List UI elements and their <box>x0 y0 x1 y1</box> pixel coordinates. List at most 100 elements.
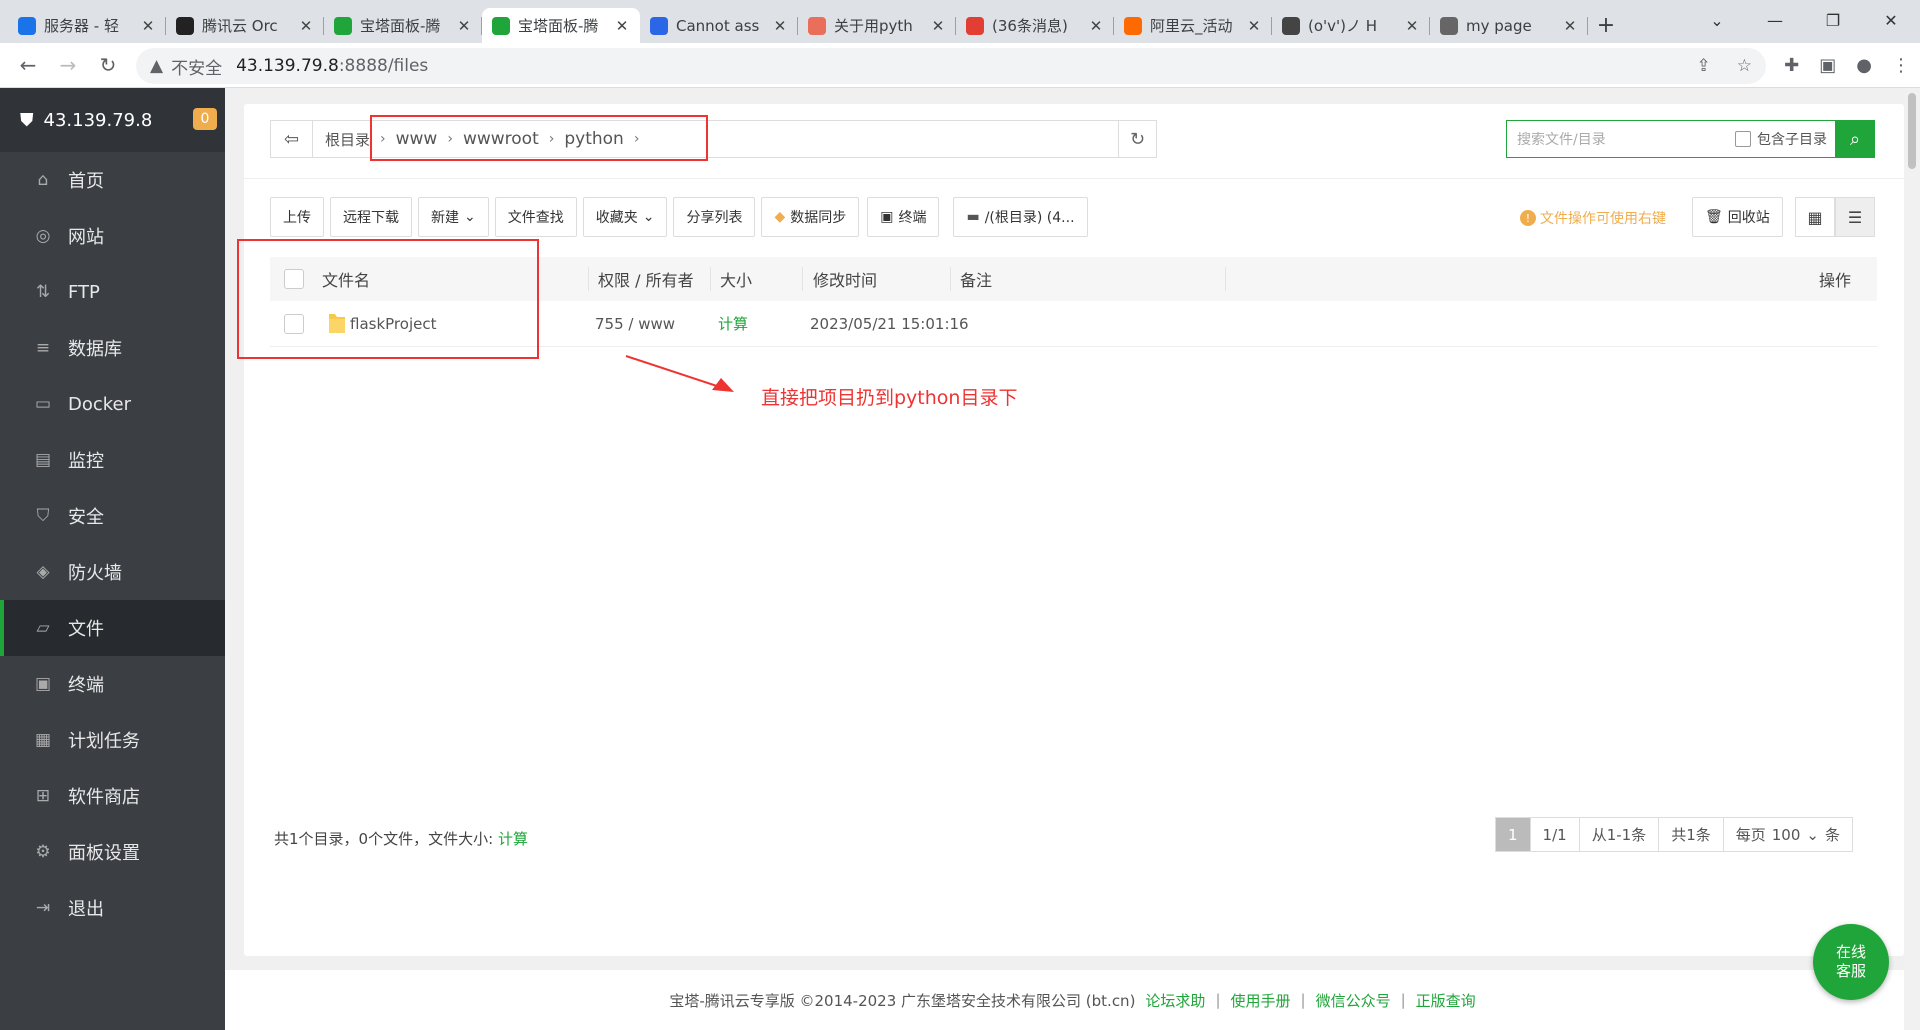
tab-title: 阿里云_活动 <box>1150 17 1233 35</box>
browser-tab[interactable]: 关于用pyth ✕ <box>798 8 956 43</box>
recycle-bin-button[interactable]: 🗑 回收站 <box>1692 197 1783 237</box>
sidebar-item[interactable]: ◎ 网站 <box>0 208 225 264</box>
grid-view-icon[interactable]: ▦ <box>1795 197 1835 237</box>
file-toolbar: 上传 远程下载 新建 ⌄ 文件查找 收藏夹 ⌄ 分享列表 ◆ 数据同步 ▣ 终端 ▬/(根目录) (4.… <box>270 197 1088 237</box>
toolbar-button[interactable]: 上传 <box>270 197 324 237</box>
sidebar-item-label: 退出 <box>68 899 104 920</box>
sidebar-item[interactable]: ⌂ 首页 <box>0 152 225 208</box>
sidebar-item-label: FTP <box>68 281 100 303</box>
pen-icon <box>1282 16 1300 35</box>
close-tab-icon[interactable]: ✕ <box>1246 17 1262 35</box>
toolbar-button[interactable]: 远程下载 <box>330 197 412 237</box>
calc-size-link[interactable]: 计算 <box>718 313 748 334</box>
search-input[interactable]: 搜索文件/目录 <box>1507 121 1735 157</box>
close-tab-icon[interactable]: ✕ <box>1088 17 1104 35</box>
browser-tab[interactable]: (36条消息) ✕ <box>956 8 1114 43</box>
col-size[interactable]: 大小 <box>720 267 752 291</box>
browser-tab[interactable]: my page ✕ <box>1430 8 1588 43</box>
sidepanel-icon[interactable]: ▣ <box>1819 55 1836 76</box>
close-tab-icon[interactable]: ✕ <box>140 17 156 35</box>
close-tab-icon[interactable]: ✕ <box>456 17 472 35</box>
breadcrumb-item[interactable]: 根目录 <box>325 129 370 150</box>
globe-icon: ◎ <box>35 226 51 246</box>
sidebar-item[interactable]: ⇥ 退出 <box>0 880 225 936</box>
browser-tab[interactable]: 宝塔面板-腾 ✕ <box>482 8 640 43</box>
page-count: 1/1 <box>1531 818 1580 851</box>
forward-button[interactable]: → <box>48 45 88 85</box>
toolbar-button[interactable]: ▣ 终端 <box>867 197 940 237</box>
close-tab-icon[interactable]: ✕ <box>772 17 788 35</box>
sidebar-item[interactable]: ≡ 数据库 <box>0 320 225 376</box>
sidebar-item[interactable]: ▤ 监控 <box>0 432 225 488</box>
profile-icon[interactable]: ● <box>1856 55 1872 76</box>
page-current[interactable]: 1 <box>1496 818 1531 851</box>
refresh-button[interactable]: ↻ <box>1118 121 1156 157</box>
file-permission[interactable]: 755 / www <box>595 315 675 333</box>
server-ip: 43.139.79.8 <box>43 109 153 131</box>
recycle-label: 回收站 <box>1727 210 1770 226</box>
close-tab-icon[interactable]: ✕ <box>1404 17 1420 35</box>
file-mtime: 2023/05/21 15:01:16 <box>810 314 969 333</box>
license-link[interactable]: 正版查询 <box>1416 990 1476 1011</box>
scrollbar[interactable] <box>1904 88 1920 1030</box>
col-note: 备注 <box>960 271 993 290</box>
toolbar-button[interactable]: 分享列表 <box>673 197 756 237</box>
toolbar-button[interactable]: 文件查找 <box>494 197 577 237</box>
close-tab-icon[interactable]: ✕ <box>614 17 630 35</box>
menu-icon[interactable]: ⋮ <box>1892 55 1910 76</box>
manual-link[interactable]: 使用手册 <box>1231 990 1291 1011</box>
list-view-icon[interactable]: ☰ <box>1835 197 1875 237</box>
minimize-button[interactable]: — <box>1746 0 1804 40</box>
share-icon[interactable]: ⇪ <box>1697 56 1711 76</box>
sidebar-item[interactable]: ⇅ FTP <box>0 264 225 320</box>
sidebar-item-label: 终端 <box>68 675 104 696</box>
close-tab-icon[interactable]: ✕ <box>298 17 314 35</box>
col-mtime[interactable]: 修改时间 <box>813 267 877 291</box>
online-support-button[interactable]: 在线 客服 <box>1813 924 1889 1000</box>
toolbar-button[interactable]: ▬/(根目录) (4... <box>953 197 1088 237</box>
sidebar-item[interactable]: ⊞ 软件商店 <box>0 768 225 824</box>
close-tab-icon[interactable]: ✕ <box>1562 17 1578 35</box>
sidebar-item[interactable]: ◈ 防火墙 <box>0 544 225 600</box>
close-tab-icon[interactable]: ✕ <box>930 17 946 35</box>
message-badge[interactable]: 0 <box>193 108 217 130</box>
browser-tab[interactable]: (o'v')ノ H ✕ <box>1272 8 1430 43</box>
browser-tab[interactable]: 腾讯云 Orc ✕ <box>166 8 324 43</box>
per-page-select[interactable]: 每页 100 ⌄ 条 <box>1724 818 1852 851</box>
sidebar-item[interactable]: ▦ 计划任务 <box>0 712 225 768</box>
restore-button[interactable]: ❐ <box>1804 0 1862 40</box>
browser-tab[interactable]: 服务器 - 轻 ✕ <box>8 8 166 43</box>
sidebar-item[interactable]: ▱ 文件 <box>0 600 225 656</box>
sidebar-item[interactable]: ⚙ 面板设置 <box>0 824 225 880</box>
wechat-link[interactable]: 微信公众号 <box>1316 990 1391 1011</box>
shield-check-icon: ⛉ <box>36 506 50 526</box>
toolbar-button[interactable]: 收藏夹 ⌄ <box>582 197 668 237</box>
sidebar-item[interactable]: ▣ 终端 <box>0 656 225 712</box>
tab-search-icon[interactable]: ⌄ <box>1688 0 1746 40</box>
url-input[interactable]: ▲ 不安全 43.139.79.8:8888/files ⇪ ☆ <box>136 48 1766 84</box>
new-tab-button[interactable]: + <box>1588 8 1624 43</box>
calc-total-link[interactable]: 计算 <box>498 830 528 848</box>
back-dir-button[interactable]: ⇦ <box>271 121 313 157</box>
per-page-value[interactable]: 100 <box>1772 826 1801 844</box>
bookmark-star-icon[interactable]: ☆ <box>1737 56 1752 76</box>
browser-tab[interactable]: Cannot ass ✕ <box>640 8 798 43</box>
back-button[interactable]: ← <box>8 45 48 85</box>
tab-title: 关于用pyth <box>834 17 913 35</box>
close-window-button[interactable]: ✕ <box>1862 0 1920 40</box>
extensions-icon[interactable]: ✚ <box>1784 55 1799 76</box>
browser-tab[interactable]: 宝塔面板-腾 ✕ <box>324 8 482 43</box>
toolbar-button[interactable]: 新建 ⌄ <box>418 197 489 237</box>
sidebar-item[interactable]: ▭ Docker <box>0 376 225 432</box>
search-button[interactable]: ⌕ <box>1835 120 1875 158</box>
sidebar-item[interactable]: ⛉ 安全 <box>0 488 225 544</box>
tab-title: 宝塔面板-腾 <box>360 17 441 35</box>
toolbar-button[interactable]: ◆ 数据同步 <box>761 197 860 237</box>
reload-button[interactable]: ↻ <box>88 45 128 85</box>
sidebar-item-label: 面板设置 <box>68 843 140 864</box>
browser-tab[interactable]: 阿里云_活动 ✕ <box>1114 8 1272 43</box>
subdir-checkbox[interactable] <box>1735 131 1751 147</box>
col-permission[interactable]: 权限 / 所有者 <box>598 267 694 291</box>
forum-link[interactable]: 论坛求助 <box>1145 990 1205 1011</box>
include-subdir-option[interactable]: 包含子目录 <box>1735 129 1835 149</box>
